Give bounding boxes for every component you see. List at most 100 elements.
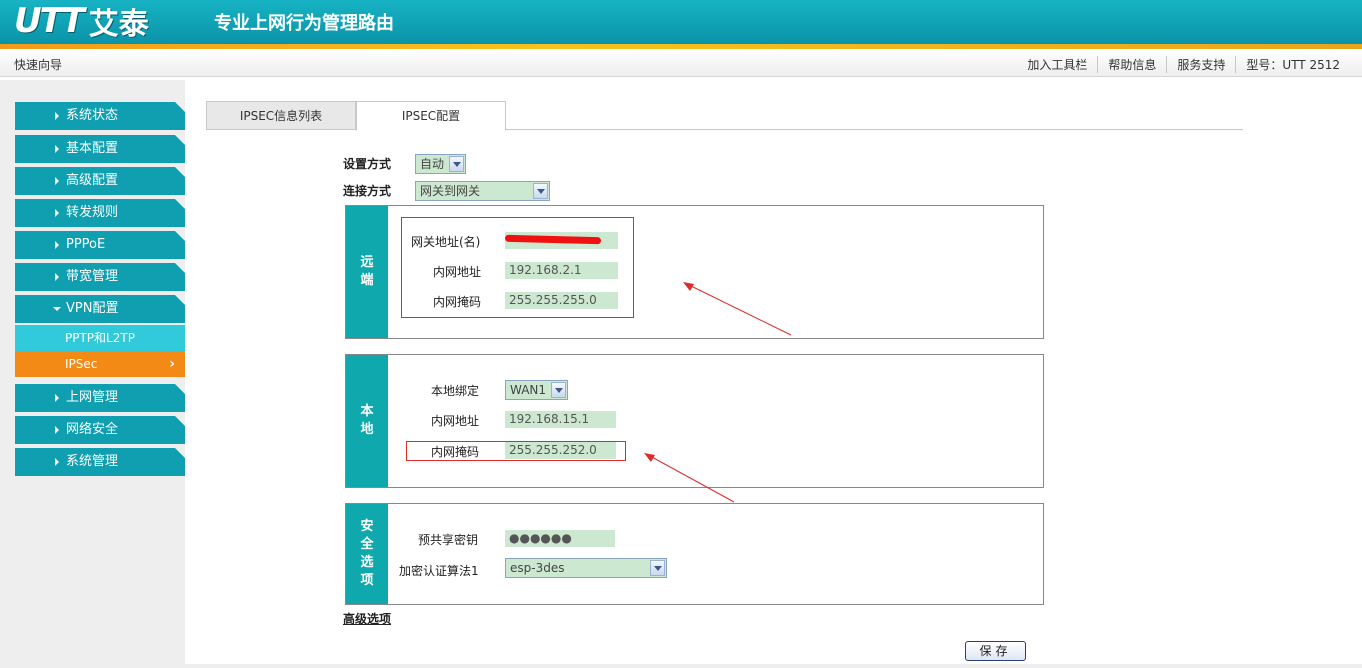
model-label: 型号：UTT 2512 [1235, 56, 1350, 73]
local-bind-label: 本地绑定 [431, 384, 480, 398]
sidebar-item-label: 系统管理 [66, 454, 119, 469]
sidebar-item-internet-mgmt[interactable]: 上网管理 [15, 384, 185, 412]
corner-cut [175, 448, 185, 458]
sidebar-item-label: PPPoE [66, 237, 106, 252]
support-link[interactable]: 服务支持 [1166, 56, 1235, 73]
remote-lan-address-label: 内网地址 [433, 265, 482, 279]
add-toolbar-link[interactable]: 加入工具栏 [1017, 56, 1097, 73]
chevron-right-icon [55, 209, 59, 217]
chevron-right-icon: › [169, 356, 175, 372]
connection-mode-value: 网关到网关 [420, 184, 481, 198]
brand-logo: UTT 艾泰 [14, 1, 149, 42]
local-section-title: 本 地 [346, 355, 388, 487]
chevron-right-icon [55, 112, 59, 120]
side-char: 选 [360, 555, 374, 570]
setup-mode-label: 设置方式 [343, 157, 392, 171]
header-bar: UTT 艾泰 专业上网行为管理路由 [0, 0, 1362, 44]
sidebar-item-system-mgmt[interactable]: 系统管理 [15, 448, 185, 476]
dropdown-arrow-icon [551, 382, 566, 398]
help-link[interactable]: 帮助信息 [1097, 56, 1166, 73]
psk-label: 预共享密钥 [418, 533, 479, 547]
sidebar-item-network-security[interactable]: 网络安全 [15, 416, 185, 444]
sidebar-item-label: 上网管理 [66, 390, 119, 405]
chevron-right-icon [55, 458, 59, 466]
corner-cut [175, 199, 185, 209]
side-char: 安 [360, 519, 374, 534]
sidebar-subitem-label: IPSec [65, 357, 98, 371]
chevron-right-icon [55, 426, 59, 434]
setup-mode-select[interactable]: 自动 [415, 154, 466, 174]
corner-cut [175, 167, 185, 177]
side-char: 远 [360, 255, 374, 270]
sidebar-item-vpn-config[interactable]: VPN配置 [15, 295, 185, 323]
local-lan-address-input[interactable]: 192.168.15.1 [505, 411, 616, 428]
corner-cut [175, 135, 185, 145]
save-button[interactable]: 保存 [965, 641, 1026, 661]
sidebar-item-label: 转发规则 [66, 205, 119, 220]
local-bind-value: WAN1 [510, 383, 547, 397]
logo-latin: UTT [14, 1, 85, 41]
chevron-right-icon [55, 273, 59, 281]
chevron-right-icon [55, 241, 59, 249]
connection-mode-select[interactable]: 网关到网关 [415, 181, 550, 201]
product-title: 专业上网行为管理路由 [214, 13, 394, 34]
sidebar-item-label: 高级配置 [66, 173, 119, 188]
remote-lan-mask-input[interactable]: 255.255.255.0 [505, 292, 618, 309]
algorithm-value: esp-3des [510, 561, 565, 575]
connection-mode-label: 连接方式 [343, 184, 392, 198]
sidebar-item-label: 带宽管理 [66, 269, 119, 284]
footer-rule [185, 664, 1362, 668]
corner-cut [175, 416, 185, 426]
sidebar-item-advanced-config[interactable]: 高级配置 [15, 167, 185, 195]
side-char: 端 [360, 273, 374, 288]
setup-mode-value: 自动 [420, 157, 445, 171]
sidebar-item-label: 系统状态 [66, 108, 119, 123]
corner-cut [175, 231, 185, 241]
chevron-right-icon [55, 394, 59, 402]
remote-lan-mask-label: 内网掩码 [433, 295, 482, 309]
quick-guide-link[interactable]: 快速向导 [14, 56, 62, 73]
sidebar-item-pppoe[interactable]: PPPoE [15, 231, 185, 259]
security-section: 安 全 选 项 [345, 503, 1044, 605]
side-char: 全 [360, 537, 374, 552]
algorithm-label: 加密认证算法1 [399, 564, 479, 578]
algorithm-select[interactable]: esp-3des [505, 558, 667, 578]
chevron-right-icon [55, 145, 59, 153]
sidebar-subitem-pptp-l2tp[interactable]: PPTP和L2TP [15, 325, 185, 351]
local-lan-mask-input[interactable]: 255.255.252.0 [505, 442, 616, 459]
advanced-options-link[interactable]: 高级选项 [343, 610, 391, 627]
psk-input[interactable]: ●●●●●● [505, 530, 615, 547]
dropdown-arrow-icon [533, 183, 548, 199]
tab-ipsec-config[interactable]: IPSEC配置 [356, 101, 506, 131]
top-links: 加入工具栏 帮助信息 服务支持 型号：UTT 2512 [1017, 56, 1350, 73]
tab-ipsec-list[interactable]: IPSEC信息列表 [206, 101, 356, 130]
chevron-down-icon [53, 307, 61, 311]
remote-lan-address-input[interactable]: 192.168.2.1 [505, 262, 618, 279]
sidebar-subitem-ipsec[interactable]: IPSec › [15, 351, 185, 377]
corner-cut [175, 102, 185, 112]
corner-cut [175, 263, 185, 273]
remote-section-title: 远 端 [346, 206, 388, 338]
logo-chinese: 艾泰 [88, 7, 149, 42]
sub-bar: 快速向导 加入工具栏 帮助信息 服务支持 型号：UTT 2512 [0, 49, 1362, 77]
gateway-label: 网关地址(名) [411, 235, 481, 249]
chevron-right-icon [55, 177, 59, 185]
sidebar-item-basic-config[interactable]: 基本配置 [15, 135, 185, 163]
sidebar-item-label: VPN配置 [66, 301, 119, 316]
security-section-title: 安 全 选 项 [346, 504, 388, 604]
local-bind-select[interactable]: WAN1 [505, 380, 568, 400]
sidebar-item-label: 网络安全 [66, 422, 119, 437]
dropdown-arrow-icon [449, 156, 464, 172]
side-char: 地 [360, 422, 374, 437]
sidebar-item-system-status[interactable]: 系统状态 [15, 102, 185, 130]
local-lan-address-label: 内网地址 [431, 414, 480, 428]
corner-cut [175, 384, 185, 394]
dropdown-arrow-icon [650, 560, 665, 576]
side-char: 本 [360, 404, 374, 419]
sidebar-item-forward-rules[interactable]: 转发规则 [15, 199, 185, 227]
sidebar-item-bandwidth[interactable]: 带宽管理 [15, 263, 185, 291]
local-lan-mask-label: 内网掩码 [431, 445, 480, 459]
side-char: 项 [360, 573, 374, 588]
sidebar-item-label: 基本配置 [66, 141, 119, 156]
corner-cut [175, 295, 185, 305]
